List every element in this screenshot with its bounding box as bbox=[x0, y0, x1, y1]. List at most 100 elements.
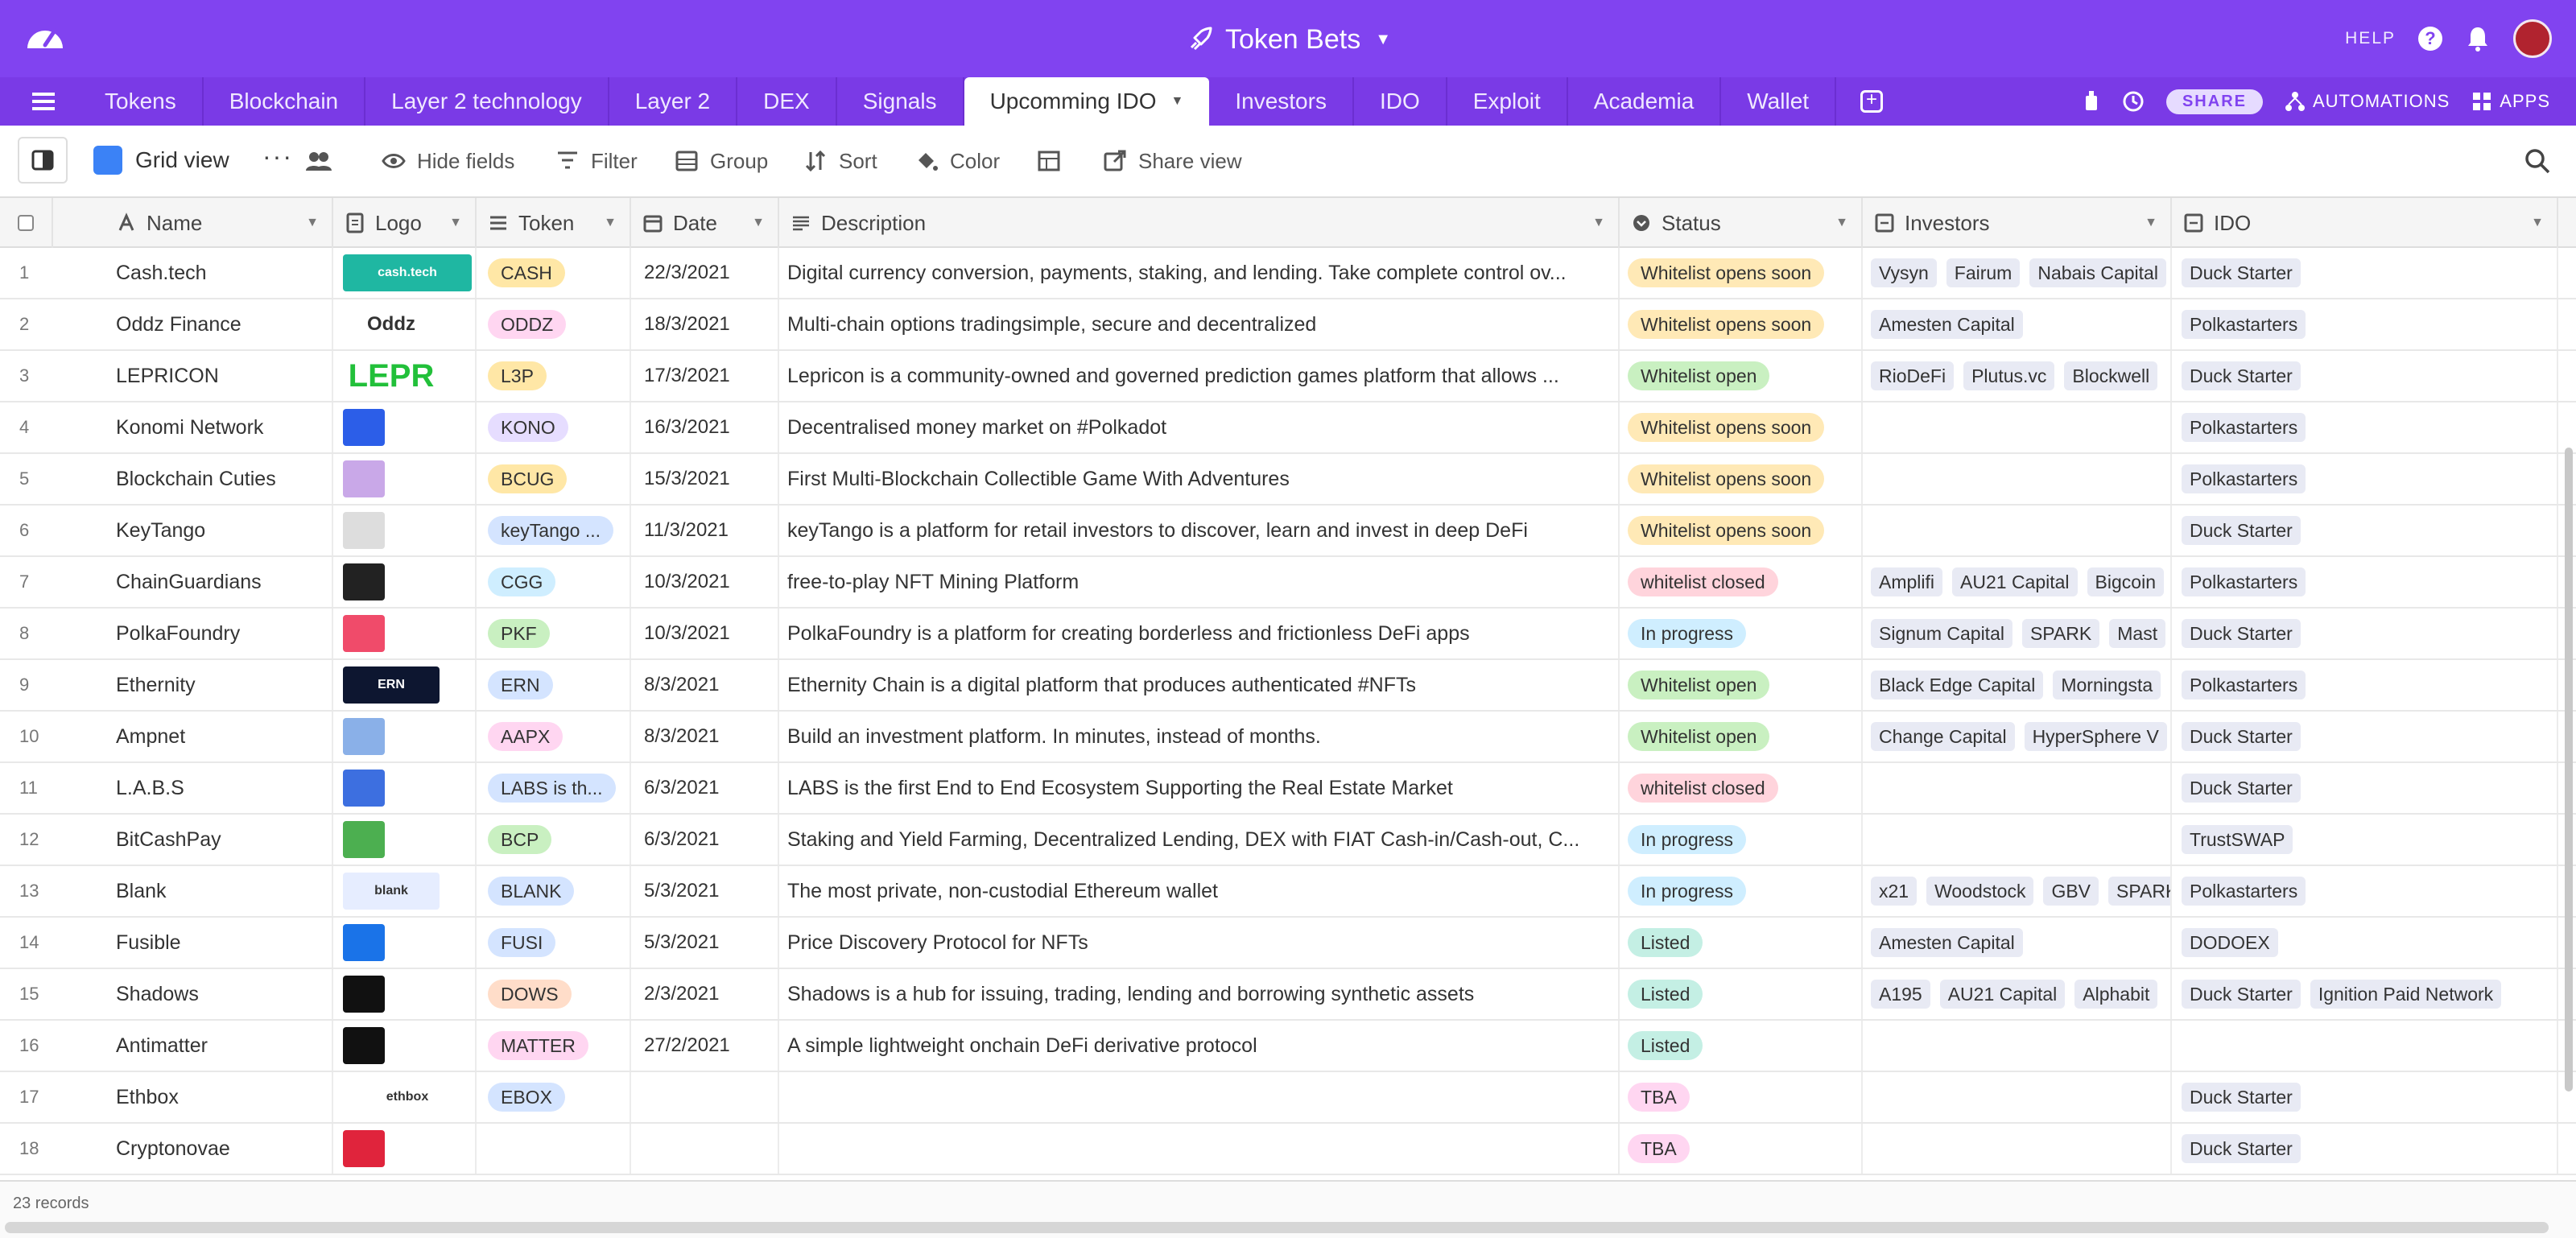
investor-tag[interactable]: SPARK bbox=[2021, 619, 2100, 648]
table-row[interactable]: 3 LEPRICON LEPR L3P 17/3/2021 Lepricon is a c… bbox=[0, 351, 2576, 402]
history-icon[interactable] bbox=[2121, 89, 2145, 113]
logo-cell[interactable] bbox=[333, 1124, 477, 1174]
name-cell[interactable]: Antimatter bbox=[53, 1021, 333, 1071]
table-row[interactable]: 12 BitCashPay BCP 6/3/2021 Staking and Yield… bbox=[0, 815, 2576, 866]
logo-thumbnail[interactable]: blank bbox=[343, 873, 440, 910]
column-menu-caret-icon[interactable]: ▼ bbox=[1592, 216, 1605, 230]
token-cell[interactable]: EBOX bbox=[477, 1072, 631, 1122]
investors-cell[interactable] bbox=[1863, 1072, 2172, 1122]
logo-thumbnail[interactable] bbox=[343, 976, 385, 1013]
ido-cell[interactable]: Polkastarters bbox=[2172, 557, 2558, 607]
description-cell[interactable]: Ethernity Chain is a digital platform th… bbox=[779, 660, 1620, 710]
table-row[interactable]: 4 Konomi Network KONO 16/3/2021 Decentralise… bbox=[0, 402, 2576, 454]
investor-tag[interactable]: A195 bbox=[1871, 980, 1930, 1009]
ido-cell[interactable]: DODOEX bbox=[2172, 918, 2558, 968]
logo-cell[interactable] bbox=[333, 506, 477, 555]
token-cell[interactable]: ODDZ bbox=[477, 299, 631, 349]
name-cell[interactable]: PolkaFoundry bbox=[53, 609, 333, 658]
column-header-name[interactable]: Name ▼ bbox=[53, 198, 333, 248]
logo-thumbnail[interactable] bbox=[343, 821, 385, 858]
token-cell[interactable]: LABS is th... bbox=[477, 763, 631, 813]
date-cell[interactable]: 17/3/2021 bbox=[631, 351, 779, 401]
date-cell[interactable]: 16/3/2021 bbox=[631, 402, 779, 452]
ido-cell[interactable]: Polkastarters bbox=[2172, 660, 2558, 710]
date-cell[interactable] bbox=[631, 1124, 779, 1174]
ido-tag[interactable]: Polkastarters bbox=[2182, 671, 2306, 699]
date-cell[interactable]: 2/3/2021 bbox=[631, 969, 779, 1019]
tab-signals[interactable]: Signals bbox=[837, 77, 964, 126]
status-cell[interactable]: Listed bbox=[1620, 918, 1863, 968]
investor-tag[interactable]: Amplifi bbox=[1871, 567, 1943, 596]
date-cell[interactable]: 27/2/2021 bbox=[631, 1021, 779, 1071]
tab-tokens[interactable]: Tokens bbox=[79, 77, 204, 126]
investors-cell[interactable] bbox=[1863, 1124, 2172, 1174]
column-header-status[interactable]: Status ▼ bbox=[1620, 198, 1863, 248]
logo-cell[interactable]: LEPR bbox=[333, 351, 477, 401]
status-cell[interactable]: whitelist closed bbox=[1620, 763, 1863, 813]
investors-cell[interactable] bbox=[1863, 763, 2172, 813]
description-cell[interactable]: keyTango is a platform for retail invest… bbox=[779, 506, 1620, 555]
column-menu-caret-icon[interactable]: ▼ bbox=[604, 216, 617, 230]
ido-cell[interactable]: Duck Starter Ignition Paid Network bbox=[2172, 969, 2558, 1019]
investor-tag[interactable]: HyperSphere V bbox=[2024, 722, 2167, 751]
ido-tag[interactable]: Duck Starter bbox=[2182, 722, 2301, 751]
token-cell[interactable]: AAPX bbox=[477, 712, 631, 761]
description-cell[interactable]: Shadows is a hub for issuing, trading, l… bbox=[779, 969, 1620, 1019]
logo-thumbnail[interactable]: ERN bbox=[343, 666, 440, 704]
description-cell[interactable]: LABS is the first End to End Ecosystem S… bbox=[779, 763, 1620, 813]
logo-thumbnail[interactable] bbox=[343, 563, 385, 600]
investor-tag[interactable]: Alphabit bbox=[2074, 980, 2158, 1009]
investor-tag[interactable]: AU21 Capital bbox=[1952, 567, 2078, 596]
tab-upcomming-ido[interactable]: Upcomming IDO ▼ bbox=[964, 77, 1210, 126]
investor-tag[interactable]: Nabais Capital bbox=[2029, 258, 2166, 287]
investors-cell[interactable]: Amesten Capital bbox=[1863, 918, 2172, 968]
view-more-menu[interactable]: ··· bbox=[262, 142, 293, 171]
logo-cell[interactable]: Oddz bbox=[333, 299, 477, 349]
share-button[interactable]: SHARE bbox=[2165, 89, 2263, 114]
investor-tag[interactable]: Amesten Capital bbox=[1871, 310, 2023, 339]
date-cell[interactable]: 10/3/2021 bbox=[631, 609, 779, 658]
description-cell[interactable]: Price Discovery Protocol for NFTs bbox=[779, 918, 1620, 968]
extension-icon[interactable] bbox=[2083, 89, 2100, 113]
investors-cell[interactable]: x21 Woodstock GBV SPARK bbox=[1863, 866, 2172, 916]
logo-thumbnail[interactable] bbox=[343, 615, 385, 652]
logo-cell[interactable]: ERN bbox=[333, 660, 477, 710]
add-table-icon[interactable]: + bbox=[1860, 90, 1884, 113]
description-cell[interactable]: Multi-chain options tradingsimple, secur… bbox=[779, 299, 1620, 349]
table-row[interactable]: 10 Ampnet AAPX 8/3/2021 Build an investment … bbox=[0, 712, 2576, 763]
investors-cell[interactable] bbox=[1863, 506, 2172, 555]
logo-thumbnail[interactable] bbox=[343, 770, 385, 807]
investor-tag[interactable]: Fairum bbox=[1946, 258, 2021, 287]
logo-thumbnail[interactable]: cash.tech bbox=[343, 254, 472, 291]
token-cell[interactable]: PKF bbox=[477, 609, 631, 658]
column-header-date[interactable]: Date ▼ bbox=[631, 198, 779, 248]
logo-thumbnail[interactable] bbox=[343, 924, 385, 961]
date-cell[interactable]: 6/3/2021 bbox=[631, 815, 779, 865]
ido-cell[interactable]: Duck Starter bbox=[2172, 712, 2558, 761]
investors-cell[interactable]: Amesten Capital bbox=[1863, 299, 2172, 349]
logo-cell[interactable] bbox=[333, 815, 477, 865]
logo-cell[interactable] bbox=[333, 454, 477, 504]
tab-investors[interactable]: Investors bbox=[1209, 77, 1354, 126]
table-row[interactable]: 17 Ethbox ethbox EBOX TBA Duck Starter bbox=[0, 1072, 2576, 1124]
token-cell[interactable]: L3P bbox=[477, 351, 631, 401]
status-cell[interactable]: In progress bbox=[1620, 609, 1863, 658]
color-button[interactable]: Color bbox=[914, 143, 1000, 179]
date-cell[interactable] bbox=[631, 1072, 779, 1122]
status-cell[interactable]: TBA bbox=[1620, 1124, 1863, 1174]
description-cell[interactable]: The most private, non-custodial Ethereum… bbox=[779, 866, 1620, 916]
table-row[interactable]: 14 Fusible FUSI 5/3/2021 Price Discovery Pro… bbox=[0, 918, 2576, 969]
token-cell[interactable] bbox=[477, 1124, 631, 1174]
name-cell[interactable]: Cash.tech bbox=[53, 248, 333, 298]
description-cell[interactable]: Build an investment platform. In minutes… bbox=[779, 712, 1620, 761]
name-cell[interactable]: L.A.B.S bbox=[53, 763, 333, 813]
notification-bell-icon[interactable] bbox=[2465, 25, 2491, 52]
description-cell[interactable]: Staking and Yield Farming, Decentralized… bbox=[779, 815, 1620, 865]
investors-cell[interactable] bbox=[1863, 402, 2172, 452]
ido-cell[interactable]: Duck Starter bbox=[2172, 1072, 2558, 1122]
token-cell[interactable]: ERN bbox=[477, 660, 631, 710]
sort-button[interactable]: Sort bbox=[803, 143, 877, 179]
token-cell[interactable]: FUSI bbox=[477, 918, 631, 968]
name-cell[interactable]: BitCashPay bbox=[53, 815, 333, 865]
token-cell[interactable]: CASH bbox=[477, 248, 631, 298]
